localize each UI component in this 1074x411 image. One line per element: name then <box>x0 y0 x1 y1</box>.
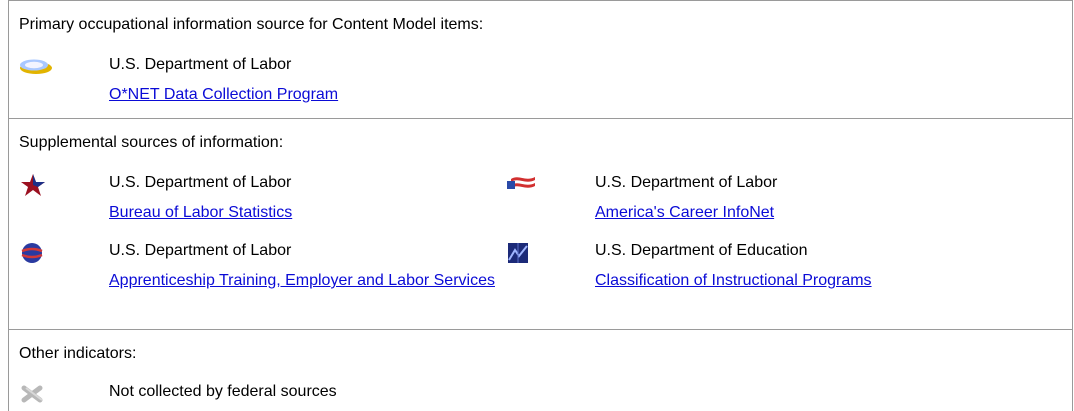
flag-icon <box>505 173 539 197</box>
agency-name: U.S. Department of Labor <box>109 242 292 259</box>
education-icon <box>505 241 539 265</box>
apprenticeship-training-link[interactable]: Apprenticeship Training, Employer and La… <box>109 271 499 291</box>
globe-icon <box>19 241 53 265</box>
classification-of-instructional-programs-link[interactable]: Classification of Instructional Programs <box>595 271 872 291</box>
star-icon <box>19 173 53 197</box>
supplemental-source-entry: U.S. Department of Labor America's Caree… <box>505 173 975 233</box>
supplemental-sources-section: Supplemental sources of information: U.S… <box>9 118 1072 329</box>
indicator-entry: Not collected by federal sources <box>19 382 619 406</box>
not-collected-x-icon <box>19 382 53 406</box>
agency-name: U.S. Department of Labor <box>595 174 778 191</box>
agency-name: U.S. Department of Labor <box>109 56 292 73</box>
supplemental-source-entry: U.S. Department of Labor Apprenticeship … <box>19 241 495 321</box>
supplemental-sources-heading: Supplemental sources of information: <box>19 134 284 151</box>
supplemental-source-entry: U.S. Department of Education Classificat… <box>505 241 975 301</box>
onet-data-collection-link[interactable]: O*NET Data Collection Program <box>109 85 338 105</box>
primary-source-heading: Primary occupational information source … <box>19 16 484 33</box>
other-indicators-section: Other indicators: Not collected by feder… <box>9 329 1072 411</box>
agency-name: U.S. Department of Education <box>595 242 808 259</box>
agency-name: U.S. Department of Labor <box>109 174 292 191</box>
supplemental-source-entry: U.S. Department of Labor Bureau of Labor… <box>19 173 489 233</box>
source-legend: Primary occupational information source … <box>8 0 1073 411</box>
bureau-of-labor-statistics-link[interactable]: Bureau of Labor Statistics <box>109 203 292 223</box>
americas-career-infonet-link[interactable]: America's Career InfoNet <box>595 203 774 223</box>
primary-source-entry: U.S. Department of Labor O*NET Data Coll… <box>19 55 619 115</box>
not-collected-label: Not collected by federal sources <box>109 383 337 400</box>
other-indicators-heading: Other indicators: <box>19 345 137 362</box>
onet-oval-icon <box>19 55 53 79</box>
primary-source-section: Primary occupational information source … <box>9 0 1072 118</box>
